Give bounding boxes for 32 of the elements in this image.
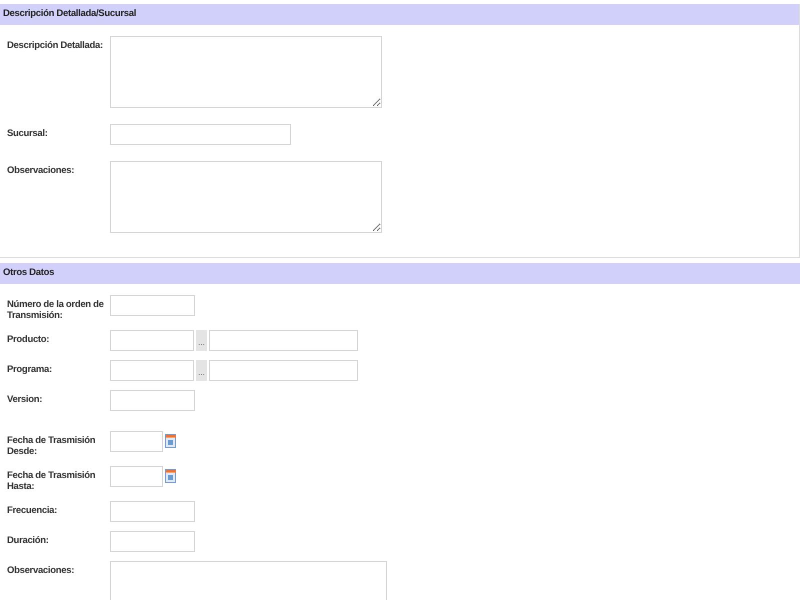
lookup-button[interactable]: ... bbox=[196, 330, 207, 351]
field-label: Fecha de Trasmisión Desde: bbox=[6, 434, 96, 457]
input-field[interactable] bbox=[110, 531, 195, 552]
input-field[interactable] bbox=[110, 390, 195, 411]
field-label: Programa: bbox=[6, 363, 53, 375]
field-label: Observaciones: bbox=[6, 164, 76, 176]
field-label: Version: bbox=[6, 393, 44, 405]
date-field[interactable] bbox=[110, 431, 163, 452]
name-field[interactable] bbox=[209, 330, 358, 351]
lookup-button[interactable]: ... bbox=[196, 360, 207, 381]
field-label: Duración: bbox=[6, 534, 50, 546]
field-label: Producto: bbox=[6, 333, 50, 345]
text-area[interactable] bbox=[110, 561, 387, 600]
text-area[interactable] bbox=[110, 36, 382, 108]
field-label: Frecuencia: bbox=[6, 504, 58, 516]
input-field[interactable] bbox=[110, 501, 195, 522]
field-label: Número de la orden de Transmisión: bbox=[6, 298, 105, 321]
section-header: Descripción Detallada/Sucursal bbox=[0, 4, 799, 25]
field-label: Observaciones: bbox=[6, 564, 76, 576]
field-label: Descripción Detallada: bbox=[6, 39, 104, 51]
text-area[interactable] bbox=[110, 161, 382, 233]
code-field[interactable] bbox=[110, 360, 194, 381]
calendar-icon[interactable] bbox=[165, 434, 176, 448]
input-field[interactable] bbox=[110, 124, 291, 145]
section-header: Otros Datos bbox=[0, 263, 800, 284]
name-field[interactable] bbox=[209, 360, 358, 381]
field-label: Sucursal: bbox=[6, 127, 49, 139]
field-label: Fecha de Trasmisión Hasta: bbox=[6, 469, 96, 492]
code-field[interactable] bbox=[110, 330, 194, 351]
calendar-icon[interactable] bbox=[165, 469, 176, 483]
input-field[interactable] bbox=[110, 295, 195, 316]
date-field[interactable] bbox=[110, 466, 163, 487]
